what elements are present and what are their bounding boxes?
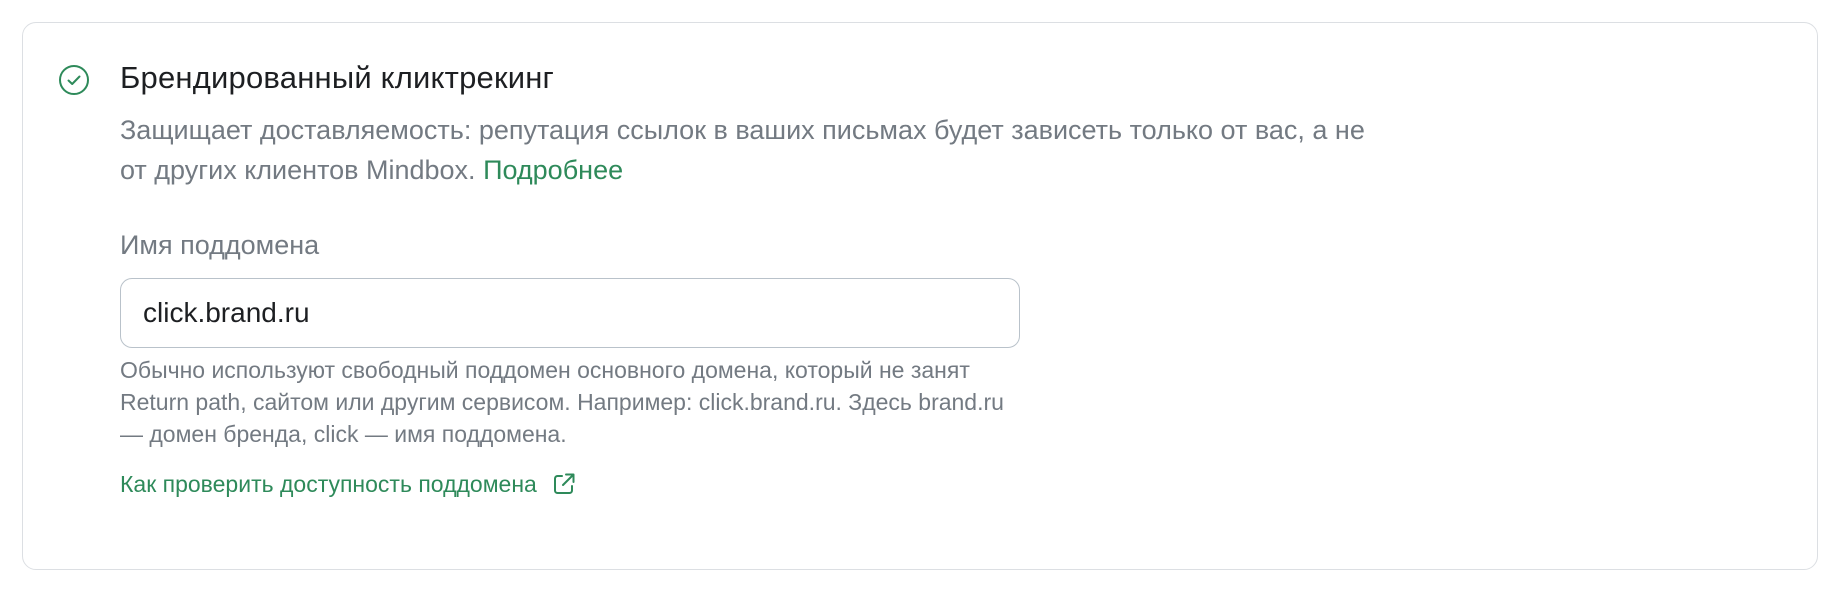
check-subdomain-link-label: Как проверить доступность поддомена (120, 471, 537, 497)
section-content: Брендированный кликтрекинг Защищает дост… (120, 58, 1420, 500)
check-subdomain-link[interactable]: Как проверить доступность поддомена (120, 468, 579, 500)
subdomain-input[interactable] (143, 297, 997, 329)
subdomain-input-wrapper[interactable] (120, 278, 1020, 348)
subdomain-hint: Обычно используют свободный поддомен осн… (120, 357, 1004, 447)
section-description: Защищает доставляемость: репутация ссыло… (120, 110, 1370, 190)
check-circle-icon (59, 65, 89, 95)
description-text: Защищает доставляемость: репутация ссыло… (120, 115, 1365, 185)
subdomain-field-label: Имя поддомена (120, 230, 320, 260)
more-link[interactable]: Подробнее (483, 155, 623, 185)
external-link-icon (553, 473, 575, 494)
section-title: Брендированный кликтрекинг (120, 60, 555, 95)
